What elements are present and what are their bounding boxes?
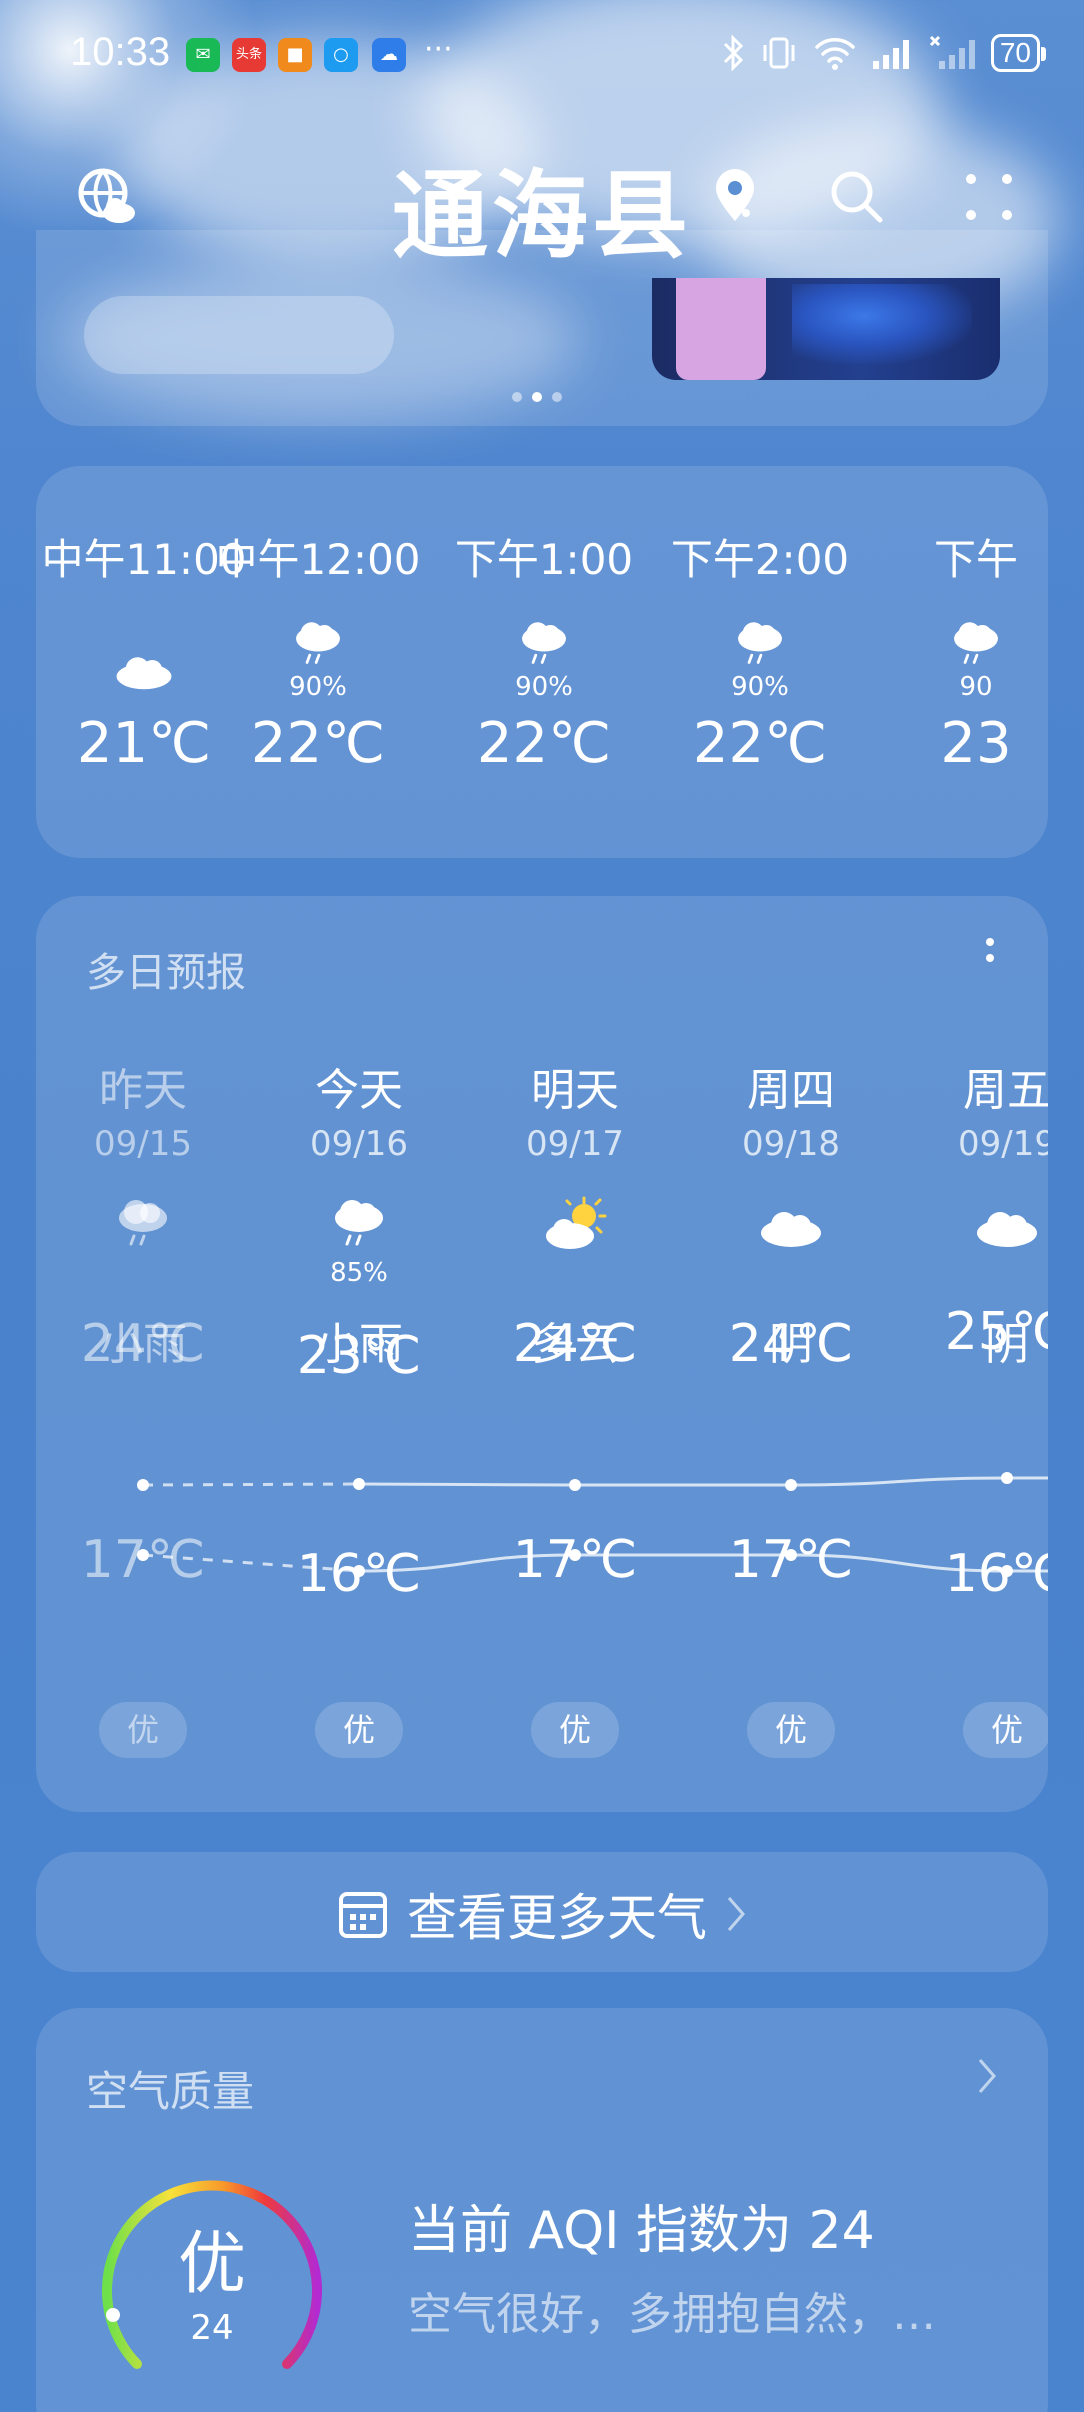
partly-cloudy-icon — [467, 1196, 683, 1260]
aqi-headline: 当前 AQI 指数为 24 — [408, 2201, 875, 2261]
aqi-value: 24 — [190, 2308, 234, 2348]
daily-item[interactable]: 周五 09/19 阴 25℃ 16℃ 优 — [899, 896, 1048, 1812]
signal-no-service-icon — [929, 35, 975, 69]
carousel-dots — [512, 392, 562, 402]
day-aqi-badge: 优 — [531, 1702, 619, 1758]
location-pin-icon — [700, 162, 770, 232]
day-name: 今天 — [315, 1065, 403, 1116]
day-aqi-badge: 优 — [315, 1702, 403, 1758]
battery-indicator: 70 — [990, 34, 1047, 72]
wechat-icon: ✉ — [186, 38, 220, 72]
air-quality-card[interactable]: 空气质量 优 24 当前 AQI 指数为 24 空气很好，多拥抱自然，… — [36, 2008, 1048, 2412]
precip-chance: 90% — [289, 672, 347, 702]
video-forecast-card[interactable] — [36, 230, 1048, 426]
hour-temp: 22℃ — [692, 711, 828, 776]
toutiao-icon: 头条 — [232, 38, 266, 72]
hourly-item[interactable]: 下午2:00 90% 22℃ — [650, 526, 870, 776]
search-icon — [831, 171, 883, 223]
precip-chance: 90% — [515, 672, 573, 702]
day-low-temp: 17℃ — [80, 1530, 206, 1590]
daily-item[interactable]: 周四 09/18 阴 24℃ 17℃ 优 — [683, 896, 899, 1812]
day-high-temp: 24℃ — [80, 1314, 206, 1374]
calendar-icon — [339, 1892, 387, 1938]
cloudy-icon — [683, 1196, 899, 1260]
bluetooth-icon — [723, 35, 743, 71]
day-high-temp: 24℃ — [512, 1314, 638, 1374]
more-weather-label: 查看更多天气 — [407, 1889, 707, 1947]
hour-label: 下午2:00 — [670, 535, 850, 584]
day-low-temp: 16℃ — [296, 1544, 422, 1604]
hour-label: 下午1:00 — [454, 535, 634, 584]
aqi-description: 空气很好，多拥抱自然，… — [408, 2289, 936, 2340]
status-icons: 70 — [721, 30, 1047, 76]
day-date: 09/15 — [94, 1124, 192, 1164]
hour-label: 中午12:00 — [215, 535, 421, 584]
more-menu-button[interactable] — [954, 162, 1024, 232]
menu-dots-icon — [966, 174, 1012, 220]
precip-chance: 90% — [731, 672, 789, 702]
day-name: 周四 — [747, 1065, 835, 1116]
day-date: 09/19 — [958, 1124, 1048, 1164]
gift-app-icon: ■ — [278, 38, 312, 72]
daily-forecast-card[interactable]: 多日预报 昨天 09/15 小雨 24℃ 17℃ 优 今天 09/16 85% … — [36, 896, 1048, 1812]
chevron-right-icon — [978, 2059, 996, 2093]
hourly-item[interactable]: 下午 90 23 — [866, 526, 1048, 776]
presenter-figure — [676, 278, 766, 380]
day-low-temp: 16℃ — [944, 1544, 1048, 1604]
rain-icon — [36, 1196, 251, 1260]
forecast-video-thumbnail[interactable] — [652, 278, 1000, 380]
hour-temp: 23 — [940, 711, 1012, 776]
hourly-forecast-card[interactable]: 中午11:00 21℃ 中午12:00 90% 22℃ 下午1:00 90% 2… — [36, 466, 1048, 858]
day-high-temp: 25℃ — [944, 1302, 1048, 1362]
vibrate-icon — [763, 37, 795, 69]
daily-item[interactable]: 昨天 09/15 小雨 24℃ 17℃ 优 — [36, 896, 251, 1812]
air-quality-title: 空气质量 — [86, 2067, 255, 2116]
map-graphic — [792, 284, 972, 364]
day-date: 09/16 — [310, 1124, 408, 1164]
placeholder-pill — [84, 296, 394, 374]
day-name: 昨天 — [99, 1065, 187, 1116]
more-notifications: ··· — [424, 32, 453, 67]
day-name: 周五 — [963, 1065, 1048, 1116]
precip-chance: 90 — [959, 672, 993, 702]
day-date: 09/17 — [526, 1124, 624, 1164]
rain-icon — [251, 1196, 467, 1260]
hour-temp: 22℃ — [476, 711, 612, 776]
day-aqi-badge: 优 — [99, 1702, 187, 1758]
rain-icon: 90 — [866, 618, 1048, 708]
search-app-icon: ○ — [324, 38, 358, 72]
day-date: 09/18 — [742, 1124, 840, 1164]
rain-icon: 90% — [208, 618, 428, 708]
day-high-temp: 24℃ — [728, 1314, 854, 1374]
daily-item[interactable]: 今天 09/16 85% 小雨 23℃ 16℃ 优 — [251, 896, 467, 1812]
signal-icon — [872, 40, 909, 69]
day-aqi-badge: 优 — [747, 1702, 835, 1758]
day-high-temp: 23℃ — [296, 1326, 422, 1386]
hourly-item[interactable]: 中午12:00 90% 22℃ — [208, 526, 428, 776]
hour-temp: 22℃ — [250, 711, 386, 776]
day-name: 明天 — [531, 1065, 619, 1116]
more-weather-button[interactable]: 查看更多天气 — [36, 1852, 1048, 1972]
chevron-right-icon — [727, 1897, 745, 1931]
day-low-temp: 17℃ — [728, 1530, 854, 1590]
aqi-level: 优 — [177, 2225, 246, 2304]
daily-item[interactable]: 明天 09/17 多云 24℃ 17℃ 优 — [467, 896, 683, 1812]
hour-label: 下午 — [933, 535, 1018, 584]
status-bar: 10:33 ✉ 头条 ■ ○ ☁ ··· 70 — [0, 0, 1084, 110]
precip-chance: 85% — [330, 1258, 388, 1288]
cloudy-icon — [899, 1196, 1048, 1260]
rain-icon: 90% — [434, 618, 654, 708]
weather-app-icon: ☁ — [372, 38, 406, 72]
day-low-temp: 17℃ — [512, 1530, 638, 1590]
status-time: 10:33 — [70, 30, 171, 74]
aqi-gauge: 优 24 — [92, 2164, 332, 2404]
search-button[interactable] — [822, 162, 892, 232]
rain-icon: 90% — [650, 618, 870, 708]
wifi-icon — [815, 38, 855, 70]
hourly-item[interactable]: 下午1:00 90% 22℃ — [434, 526, 654, 776]
day-aqi-badge: 优 — [963, 1702, 1048, 1758]
